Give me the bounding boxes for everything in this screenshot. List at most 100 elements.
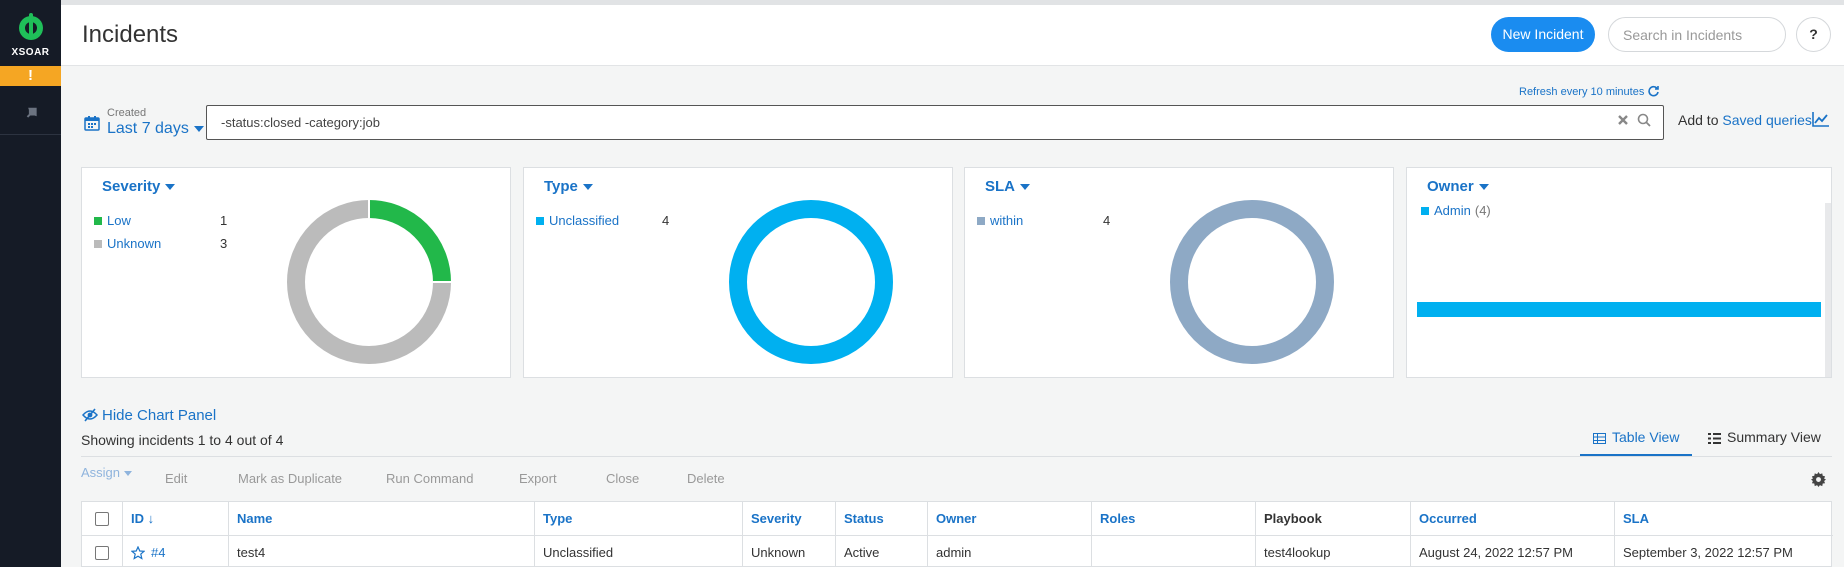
donut-slice-within[interactable] (1170, 200, 1334, 364)
chevron-down-icon (1478, 184, 1489, 191)
legend-swatch (94, 217, 102, 225)
tab-label: Summary View (1727, 429, 1821, 445)
row-select-cell (82, 536, 123, 567)
severity-title-text: Severity (102, 178, 161, 195)
search-incidents-input[interactable] (1608, 17, 1786, 52)
list-icon (1708, 433, 1721, 444)
brand-name: XSOAR (11, 47, 50, 58)
date-filter-caption: Created (107, 107, 147, 119)
chevron-down-icon (1020, 184, 1030, 191)
date-filter-value[interactable]: Last 7 days (107, 120, 204, 138)
column-header-type[interactable]: Type (535, 502, 743, 535)
legend-count: 3 (220, 236, 228, 251)
saved-queries-link[interactable]: Saved queries (1722, 112, 1812, 128)
results-count: Showing incidents 1 to 4 out of 4 (81, 432, 284, 448)
assign-label: Assign (81, 465, 121, 480)
owner-bar-admin[interactable] (1417, 302, 1821, 317)
type-donut-chart[interactable] (729, 200, 893, 364)
tab-summary-view[interactable]: Summary View (1708, 420, 1821, 456)
clear-icon[interactable] (1617, 114, 1629, 126)
cell-playbook: test4lookup (1256, 536, 1411, 567)
legend-label[interactable]: within (990, 213, 1023, 228)
legend-label[interactable]: Unknown (107, 236, 161, 251)
refresh-interval-link[interactable]: Refresh every 10 minutes (1519, 86, 1644, 98)
sla-widget-title[interactable]: SLA (985, 178, 1030, 195)
pin-icon-glyph (26, 107, 37, 118)
mark-as-duplicate-button[interactable]: Mark as Duplicate (238, 471, 342, 486)
legend-count: 4 (1103, 213, 1111, 228)
hide-chart-panel-button[interactable]: Hide Chart Panel (82, 407, 216, 424)
xsoar-logo[interactable]: XSOAR (0, 0, 61, 66)
column-header-id[interactable]: ID ↓ (123, 502, 229, 535)
table-row[interactable]: #4 test4 Unclassified Unknown Active adm… (82, 536, 1833, 567)
column-header-sla[interactable]: SLA (1615, 502, 1833, 535)
sla-donut-chart[interactable] (1170, 200, 1334, 364)
column-header-roles[interactable]: Roles (1092, 502, 1256, 535)
page-title: Incidents (82, 21, 179, 48)
refresh-icon[interactable] (1647, 85, 1660, 98)
type-widget-title[interactable]: Type (544, 178, 593, 195)
donut-slice-low[interactable] (368, 200, 451, 283)
legend-swatch (1421, 207, 1429, 215)
column-header-severity[interactable]: Severity (743, 502, 836, 535)
legend-count: 1 (220, 213, 228, 228)
legend-label[interactable]: Low (107, 213, 131, 228)
select-all-cell (82, 502, 123, 535)
legend-item-admin[interactable]: Admin (4) (1421, 203, 1491, 218)
eye-slash-icon (82, 408, 98, 422)
cell-id: #4 (123, 536, 229, 567)
hide-chart-panel-label: Hide Chart Panel (102, 407, 217, 424)
owner-widget-title[interactable]: Owner (1427, 178, 1489, 195)
tab-table-view[interactable]: Table View (1580, 420, 1692, 456)
legend-swatch (977, 217, 985, 225)
table-header-row: ID ↓ Name Type Severity Status Owner Rol… (82, 502, 1833, 536)
legend-swatch (94, 240, 102, 248)
export-button[interactable]: Export (519, 471, 557, 486)
delete-button[interactable]: Delete (687, 471, 725, 486)
owner-title-text: Owner (1427, 178, 1474, 195)
donut-slice-unclassified[interactable] (729, 200, 893, 364)
add-to-label: Add to (1678, 112, 1719, 128)
new-incident-button[interactable]: New Incident (1491, 17, 1595, 52)
sla-widget: SLA within 4 (964, 167, 1394, 378)
severity-widget-title[interactable]: Severity (102, 178, 176, 195)
column-header-playbook[interactable]: Playbook (1256, 502, 1411, 535)
cell-occurred: August 24, 2022 12:57 PM (1411, 536, 1615, 567)
help-button[interactable]: ? (1796, 17, 1831, 52)
incident-id-link[interactable]: #4 (151, 545, 165, 560)
add-to-saved-queries[interactable]: Add to Saved queries (1678, 112, 1812, 128)
created-date-filter[interactable]: Created Last 7 days (84, 105, 204, 141)
type-widget: Type Unclassified 4 (523, 167, 953, 378)
gear-icon[interactable] (1811, 472, 1826, 487)
chevron-down-icon (165, 184, 176, 191)
legend-label[interactable]: Admin (1434, 203, 1471, 218)
type-title-text: Type (544, 178, 578, 195)
column-header-status[interactable]: Status (836, 502, 928, 535)
close-button[interactable]: Close (606, 471, 639, 486)
legend-label[interactable]: Unclassified (549, 213, 619, 228)
select-all-checkbox[interactable] (95, 511, 109, 526)
chevron-down-icon (124, 471, 133, 477)
run-command-button[interactable]: Run Command (386, 471, 473, 486)
pin-icon[interactable] (0, 94, 61, 130)
sidebar-divider (0, 134, 61, 135)
query-input[interactable] (206, 105, 1664, 140)
table-icon (1593, 433, 1606, 444)
severity-donut-chart[interactable] (287, 200, 451, 364)
alert-icon[interactable]: ! (0, 66, 61, 86)
widget-scrollbar[interactable] (1825, 203, 1831, 377)
cell-roles (1092, 536, 1256, 567)
row-checkbox[interactable] (95, 545, 109, 560)
column-header-name[interactable]: Name (229, 502, 535, 535)
chart-line-icon[interactable] (1812, 111, 1830, 127)
assign-button[interactable]: Assign (81, 465, 133, 480)
column-header-occurred[interactable]: Occurred (1411, 502, 1615, 535)
edit-button[interactable]: Edit (165, 471, 187, 486)
owner-widget: Owner Admin (4) (1406, 167, 1832, 378)
cell-status: Active (836, 536, 928, 567)
column-header-owner[interactable]: Owner (928, 502, 1092, 535)
search-icon[interactable] (1637, 113, 1651, 127)
cell-type: Unclassified (535, 536, 743, 567)
chevron-down-icon (193, 125, 204, 132)
star-icon[interactable] (131, 545, 145, 560)
